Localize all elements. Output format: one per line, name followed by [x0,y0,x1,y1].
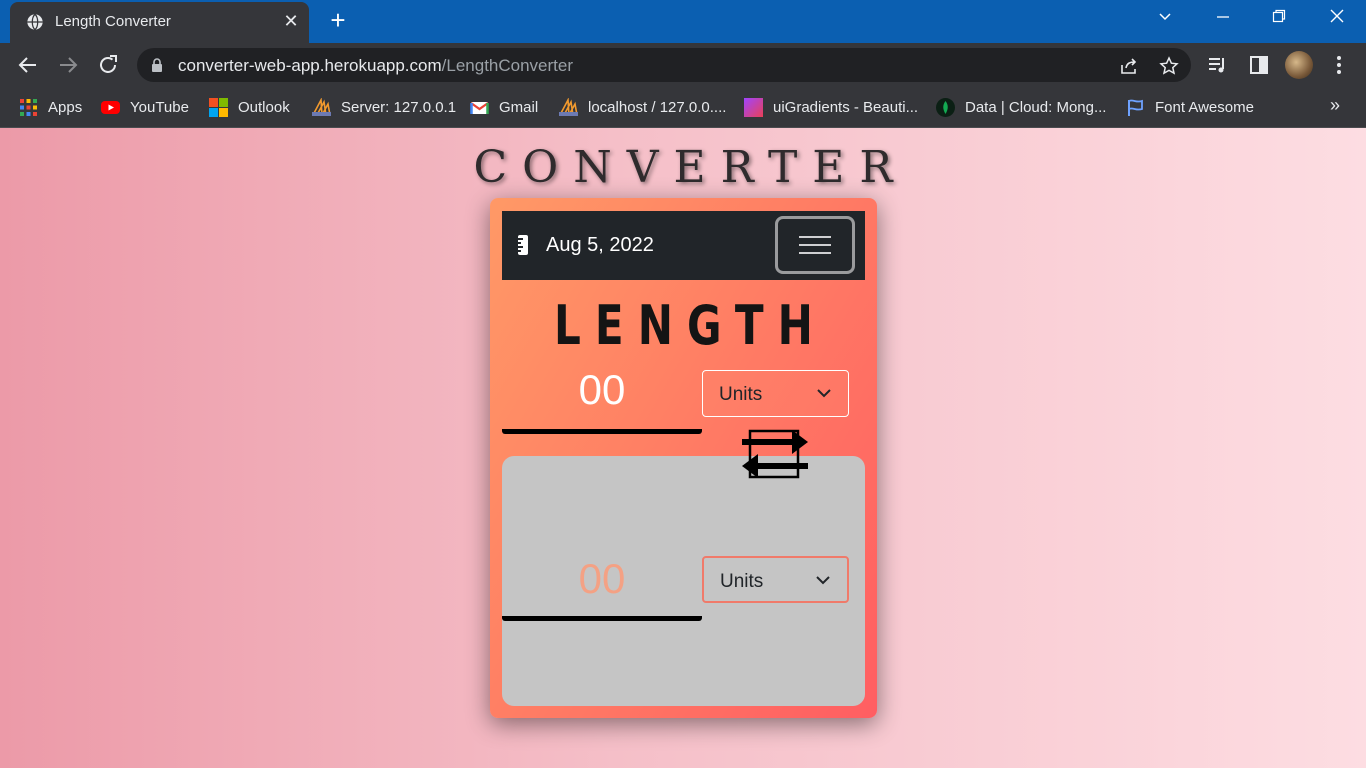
chevron-down-icon [817,389,831,398]
bookmark-label: localhost / 127.0.0.... [588,98,727,116]
ruler-icon [518,235,528,255]
forward-arrow-icon[interactable] [56,53,80,77]
flag-icon [1128,99,1143,116]
bookmark-label: Outlook [238,98,290,116]
bookmark-label: YouTube [130,98,189,116]
url-domain: converter-web-app.herokuapp.com [178,56,442,75]
restore-icon[interactable] [1264,8,1294,30]
back-arrow-icon[interactable] [16,53,40,77]
globe-icon [27,13,43,31]
navbar-date[interactable]: Aug 5, 2022 [546,234,654,257]
tab-close-icon[interactable]: ✕ [280,10,302,32]
profile-avatar[interactable] [1285,51,1313,79]
side-panel-icon[interactable] [1248,54,1270,76]
navbar-toggler-button[interactable] [775,216,855,274]
input-value-field[interactable]: 00 [502,366,702,414]
bookmark-apps[interactable]: Apps [19,96,82,118]
new-tab-button[interactable]: + [325,7,351,34]
bookmark-label: Font Awesome [1155,98,1254,116]
bookmark-label: Data | Cloud: Mong... [965,98,1107,116]
reload-icon[interactable] [96,53,120,77]
output-underline [502,616,702,621]
browser-tab[interactable]: Length Converter ✕ [10,2,309,43]
output-value-field[interactable]: 00 [502,555,702,603]
input-unit-select[interactable]: Units [702,370,849,417]
chevron-down-icon [816,576,830,585]
tab-title: Length Converter [55,13,171,30]
media-queue-icon[interactable] [1207,54,1229,76]
swap-arrows-icon[interactable] [738,426,812,482]
youtube-icon [101,100,120,114]
menu-dots-icon[interactable] [1328,54,1350,76]
address-bar[interactable]: converter-web-app.herokuapp.com/LengthCo… [137,48,1191,82]
gmail-icon [470,101,489,114]
browser-toolbar: converter-web-app.herokuapp.com/LengthCo… [0,43,1366,87]
bookmark-gmail[interactable]: Gmail [470,96,538,118]
bookmark-font-awesome[interactable]: Font Awesome [1126,96,1254,118]
select-label: Units [719,384,763,405]
output-unit-select[interactable]: Units [702,556,849,603]
bookmark-youtube[interactable]: YouTube [101,96,189,118]
share-icon[interactable] [1119,56,1139,76]
url-text[interactable]: converter-web-app.herokuapp.com/LengthCo… [178,56,573,76]
microsoft-icon [209,97,228,117]
apps-grid-icon [20,98,37,116]
bookmark-uigradients[interactable]: uiGradients - Beauti... [744,96,918,118]
select-label: Units [720,571,764,592]
browser-tab-strip: Length Converter ✕ + [0,0,1366,43]
bookmark-server[interactable]: Server: 127.0.0.1 [312,96,456,118]
bookmarks-bar: Apps YouTube Outlook Server: 127.0.0.1 G… [0,87,1366,128]
close-window-icon[interactable] [1322,8,1352,30]
uigradients-icon [744,97,763,117]
tab-search-icon[interactable] [1150,8,1180,30]
bookmark-label: Server: 127.0.0.1 [341,98,457,116]
bookmark-label: Apps [48,98,83,116]
bookmark-localhost[interactable]: localhost / 127.0.0.... [559,96,726,118]
bookmark-star-icon[interactable] [1159,56,1179,76]
mongodb-icon [936,97,955,117]
navbar: Aug 5, 2022 [502,211,865,280]
converter-card: Aug 5, 2022 LENGTH 00 Units 00 Units [490,198,877,718]
phpmyadmin-icon [559,97,578,116]
bookmark-outlook[interactable]: Outlook [209,96,290,118]
lock-icon[interactable] [151,58,163,72]
section-title: LENGTH [554,294,827,357]
bookmark-label: uiGradients - Beauti... [773,98,919,116]
bookmark-mongodb[interactable]: Data | Cloud: Mong... [936,96,1106,118]
phpmyadmin-icon [312,97,331,116]
url-path: /LengthConverter [441,56,574,75]
bookmark-label: Gmail [499,98,539,116]
input-underline [502,429,702,434]
page-background: CONVERTER Aug 5, 2022 LENGTH 00 Units 00… [0,128,1366,768]
bookmarks-overflow-button[interactable]: » [1330,95,1340,116]
minimize-icon[interactable] [1208,8,1238,30]
page-title: CONVERTER [473,142,908,193]
